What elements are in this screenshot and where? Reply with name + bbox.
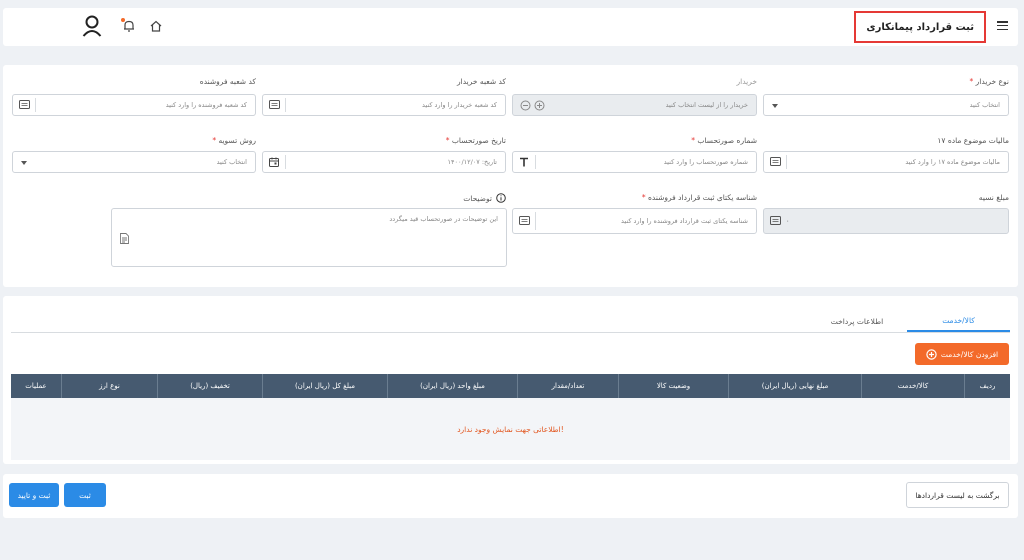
buyer-type-label: * نوع خریدار xyxy=(969,77,1009,86)
save-button[interactable]: ثبت xyxy=(64,483,106,507)
back-to-contracts-button[interactable]: برگشت به لیست قراردادها xyxy=(906,482,1009,508)
tab-goods-services[interactable]: کالا/خدمت xyxy=(907,310,1010,332)
numeric-keypad-icon xyxy=(269,100,280,109)
buyer-type-select[interactable]: انتخاب کنید xyxy=(763,94,1009,116)
add-circle-icon xyxy=(926,348,937,360)
column-header: نوع ارز xyxy=(61,374,157,398)
column-header: وضعیت کالا xyxy=(618,374,728,398)
invoice-number-label: * شماره صورتحساب xyxy=(691,136,757,145)
table-header: ردیف کالا/خدمت مبلغ نهایی (ریال ایران) و… xyxy=(11,374,1010,398)
column-header: تخفیف (ریال) xyxy=(157,374,262,398)
tax17-input[interactable]: مالیات موضوع ماده ۱۷ را وارد کنید xyxy=(763,151,1009,173)
top-bar: ثبت قرارداد پیمانکاری xyxy=(3,8,1018,46)
seller-contract-id-input[interactable]: شناسه یکتای ثبت قرارداد فروشنده را وارد … xyxy=(512,208,757,234)
seller-branch-label: کد شعبه فروشنده xyxy=(199,77,256,86)
add-item-button[interactable]: افزودن کالا/خدمت xyxy=(915,343,1009,365)
tab-divider xyxy=(11,332,1010,333)
buyer-branch-input[interactable]: کد شعبه خریدار را وارد کنید xyxy=(262,94,506,116)
menu-icon[interactable] xyxy=(997,21,1008,30)
page-title: ثبت قرارداد پیمانکاری xyxy=(854,11,986,43)
numeric-keypad-icon xyxy=(19,100,30,109)
buyer-branch-label: کد شعبه خریدار xyxy=(457,77,506,86)
chevron-down-icon xyxy=(21,161,27,165)
text-icon xyxy=(519,157,529,167)
contract-form: * نوع خریدار خریدار کد شعبه خریدار کد شع… xyxy=(3,65,1018,287)
credit-amount-label: مبلغ نسیه xyxy=(978,193,1009,202)
document-icon xyxy=(120,233,129,246)
column-header: تعداد/مقدار xyxy=(517,374,618,398)
settlement-label: * روش تسویه xyxy=(212,136,256,145)
description-textarea[interactable]: این توضیحات در صورتحساب قید میگردد xyxy=(111,208,507,267)
column-header: مبلغ نهایی (ریال ایران) xyxy=(728,374,861,398)
buyer-field[interactable]: خریدار را از لیست انتخاب کنید xyxy=(512,94,757,116)
settlement-select[interactable]: انتخاب کنید xyxy=(12,151,256,173)
credit-amount-field: ۰ xyxy=(763,208,1009,234)
empty-table-message: اطلاعاتی جهت نمایش وجود ندارد! xyxy=(11,398,1010,460)
invoice-number-input[interactable]: شماره صورتحساب را وارد کنید xyxy=(512,151,757,173)
remove-icon[interactable] xyxy=(520,100,531,111)
save-and-confirm-button[interactable]: ثبت و تایید xyxy=(9,483,59,507)
user-icon[interactable] xyxy=(82,15,102,37)
seller-contract-id-label: * شناسه یکتای ثبت قرارداد فروشنده xyxy=(641,193,757,202)
footer-actions: برگشت به لیست قراردادها ثبت ثبت و تایید xyxy=(3,474,1018,518)
numeric-keypad-icon xyxy=(770,216,781,225)
column-header: ردیف xyxy=(964,374,1010,398)
column-header: عملیات xyxy=(25,382,47,390)
numeric-keypad-icon xyxy=(770,157,781,166)
info-icon[interactable] xyxy=(496,193,506,203)
column-header: کالا/خدمت xyxy=(861,374,964,398)
calendar-icon[interactable] xyxy=(269,157,279,167)
notification-icon[interactable] xyxy=(121,18,136,33)
column-header: مبلغ کل (ریال ایران) xyxy=(262,374,387,398)
tab-payment-info[interactable]: اطلاعات پرداخت xyxy=(807,310,907,332)
chevron-down-icon xyxy=(772,104,778,108)
seller-branch-input[interactable]: کد شعبه فروشنده را وارد کنید xyxy=(12,94,256,116)
items-section: کالا/خدمت اطلاعات پرداخت افزودن کالا/خدم… xyxy=(3,296,1018,464)
column-header: مبلغ واحد (ریال ایران) xyxy=(387,374,517,398)
buyer-label: خریدار xyxy=(736,77,757,86)
invoice-date-input[interactable]: تاریخ: ۱۴۰۰/۱۲/۰۷ xyxy=(262,151,506,173)
description-label: توضیحات xyxy=(463,193,506,203)
numeric-keypad-icon xyxy=(519,216,530,225)
invoice-date-label: * تاریخ صورتحساب xyxy=(445,136,506,145)
tax17-label: مالیات موضوع ماده ۱۷ xyxy=(937,136,1009,145)
add-circle-icon[interactable] xyxy=(534,100,545,111)
home-icon[interactable] xyxy=(149,19,163,33)
